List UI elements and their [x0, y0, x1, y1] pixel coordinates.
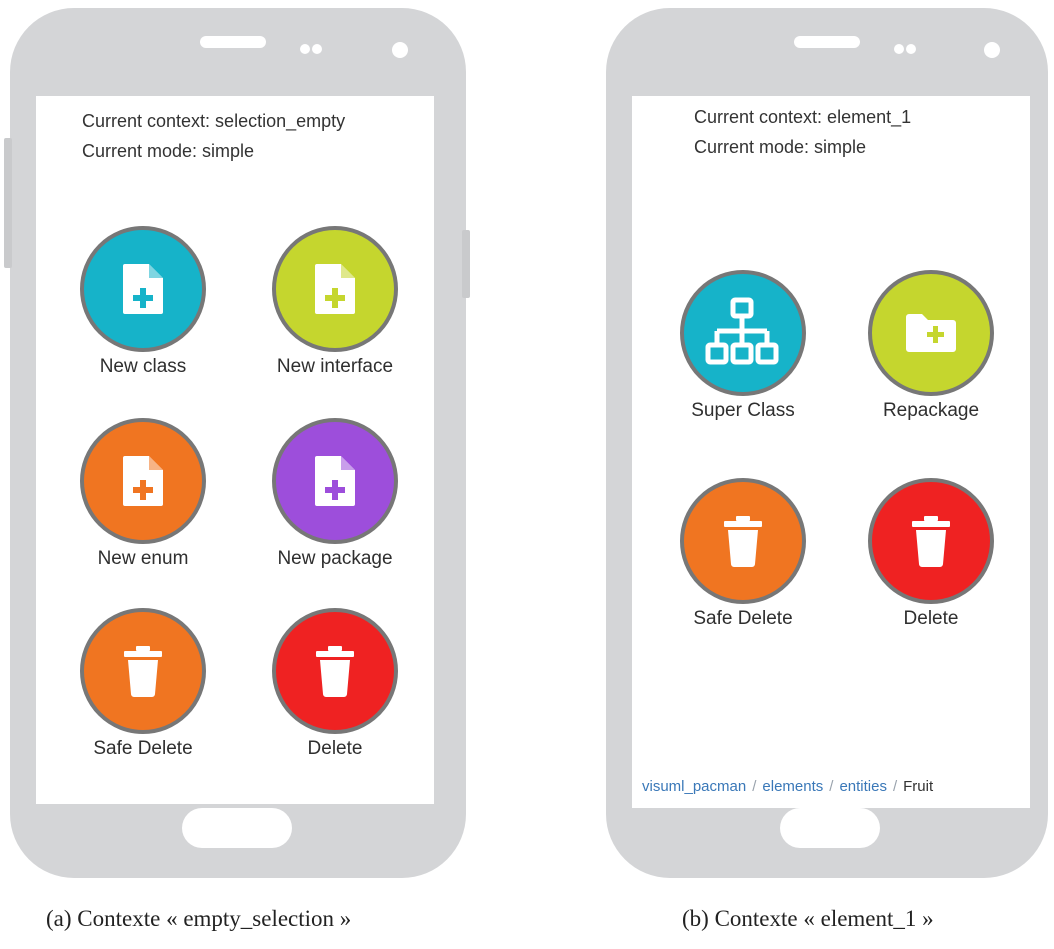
folder-plus-icon: [904, 311, 958, 355]
breadcrumb-link[interactable]: visuml_pacman: [642, 778, 746, 795]
home-button-a[interactable]: [182, 808, 292, 848]
context-label: Current context: element_1: [694, 107, 912, 127]
screen-a: Current context: selection_empty Current…: [36, 96, 434, 804]
breadcrumb-separator: /: [752, 778, 757, 795]
action-button-repackage[interactable]: Repackage: [836, 270, 1026, 445]
mode-label: Current mode: simple: [694, 137, 867, 157]
mode-label: Current mode: simple: [82, 141, 255, 161]
action-label: Repackage: [882, 400, 980, 421]
action-circle[interactable]: [80, 226, 206, 352]
action-circle[interactable]: [680, 478, 806, 604]
action-label: Super Class: [691, 400, 795, 421]
action-button-new-package[interactable]: New package: [240, 418, 430, 593]
home-button-b[interactable]: [780, 808, 880, 848]
caption-b: (b) Contexte « element_1 »: [682, 906, 934, 931]
action-button-safe-delete[interactable]: Safe Delete: [648, 478, 838, 653]
file-plus-icon: [121, 454, 165, 508]
breadcrumb-link[interactable]: entities: [839, 778, 887, 795]
breadcrumb-current: Fruit: [903, 778, 934, 795]
trash-icon: [721, 514, 765, 568]
action-label: Safe Delete: [693, 608, 793, 629]
action-label: New interface: [276, 356, 394, 377]
action-label: Safe Delete: [93, 738, 193, 759]
screen-b: Current context: element_1 Current mode:…: [632, 96, 1030, 808]
action-circle[interactable]: [272, 226, 398, 352]
action-circle[interactable]: [80, 418, 206, 544]
breadcrumb: visuml_pacman / elements / entities / Fruit: [642, 778, 933, 795]
action-circle[interactable]: [80, 608, 206, 734]
file-plus-icon: [313, 262, 357, 316]
camera-dot-a: [300, 44, 310, 54]
sensor-dot-b: [984, 42, 1000, 58]
action-circle[interactable]: [272, 418, 398, 544]
action-label: New enum: [97, 548, 189, 569]
action-button-new-enum[interactable]: New enum: [48, 418, 238, 593]
camera-dot-b2: [906, 44, 916, 54]
action-button-new-class[interactable]: New class: [48, 226, 238, 401]
action-label: Delete: [903, 608, 959, 629]
action-button-new-interface[interactable]: New interface: [240, 226, 430, 401]
file-plus-icon: [313, 454, 357, 508]
caption-a: (a) Contexte « empty_selection »: [46, 906, 352, 931]
hierarchy-icon: [703, 297, 783, 369]
power-button-a: [462, 230, 470, 298]
breadcrumb-separator: /: [829, 778, 834, 795]
action-button-super-class[interactable]: Super Class: [648, 270, 838, 445]
trash-icon: [121, 644, 165, 698]
camera-dot-a2: [312, 44, 322, 54]
action-circle[interactable]: [868, 478, 994, 604]
speaker-a: [200, 36, 266, 48]
action-button-delete[interactable]: Delete: [240, 608, 430, 783]
action-button-delete[interactable]: Delete: [836, 478, 1026, 653]
trash-icon: [313, 644, 357, 698]
action-circle[interactable]: [272, 608, 398, 734]
file-plus-icon: [121, 262, 165, 316]
camera-dot-b: [894, 44, 904, 54]
action-button-safe-delete[interactable]: Safe Delete: [48, 608, 238, 783]
context-label: Current context: selection_empty: [82, 111, 346, 131]
action-circle[interactable]: [868, 270, 994, 396]
action-label: New package: [277, 548, 393, 569]
sensor-dot-a: [392, 42, 408, 58]
speaker-b: [794, 36, 860, 48]
trash-icon: [909, 514, 953, 568]
breadcrumb-link[interactable]: elements: [762, 778, 823, 795]
volume-button-a: [4, 138, 12, 268]
action-label: Delete: [307, 738, 363, 759]
action-circle[interactable]: [680, 270, 806, 396]
action-label: New class: [99, 356, 187, 377]
breadcrumb-separator: /: [892, 778, 898, 795]
